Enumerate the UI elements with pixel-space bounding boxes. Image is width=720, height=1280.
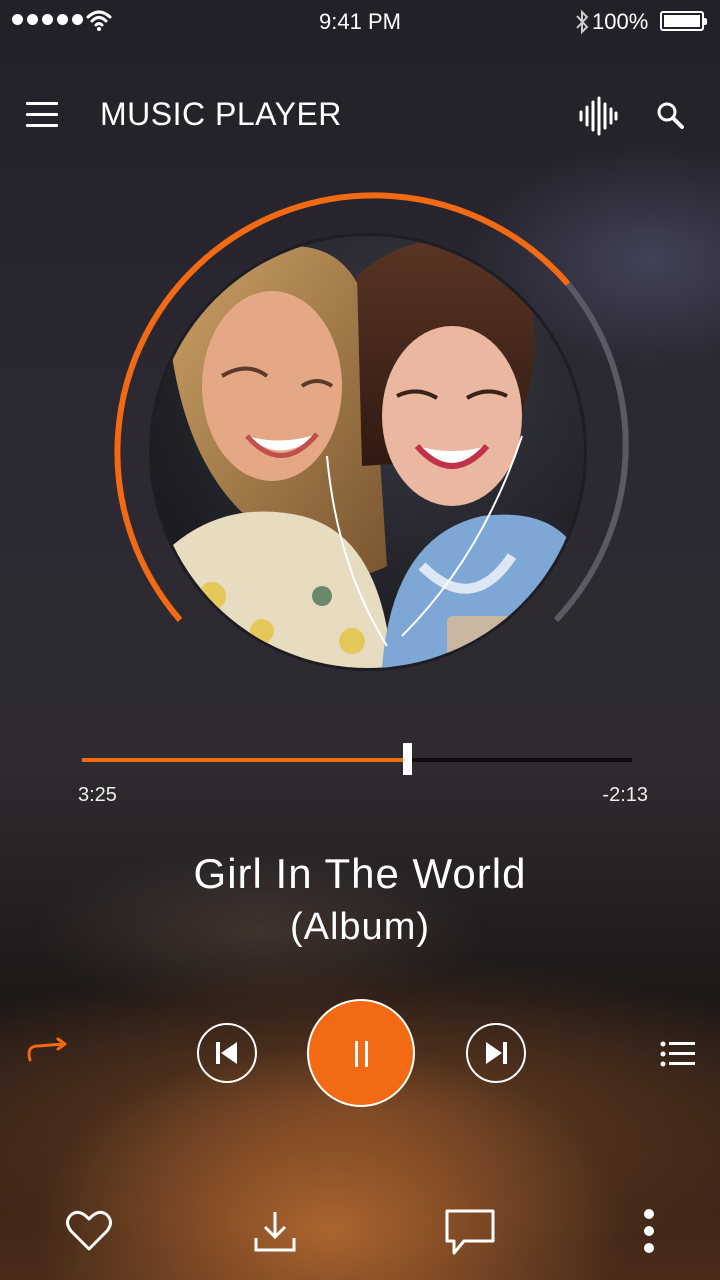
elapsed-time: 3:25: [78, 784, 117, 806]
search-icon[interactable]: [655, 100, 685, 130]
comment-icon[interactable]: [444, 1208, 496, 1256]
next-icon: [486, 1042, 507, 1064]
album-name: (Album): [289, 906, 431, 948]
song-title: Girl In The World: [193, 850, 527, 897]
seek-handle[interactable]: [402, 743, 412, 775]
repeat-icon[interactable]: [24, 1034, 70, 1066]
heart-icon[interactable]: [66, 1210, 112, 1252]
seek-bar[interactable]: [82, 743, 632, 775]
equalizer-icon[interactable]: [578, 96, 618, 136]
playlist-icon[interactable]: [660, 1040, 696, 1070]
pause-icon-bar: [365, 1041, 368, 1067]
remaining-time: -2:13: [602, 784, 648, 806]
battery-percent: 100%: [592, 9, 649, 34]
album-artwork: [149, 233, 587, 671]
pause-icon: [355, 1041, 358, 1067]
next-button[interactable]: [466, 1023, 526, 1083]
pause-button[interactable]: [307, 999, 415, 1107]
page-title: MUSIC PLAYER: [100, 96, 342, 132]
previous-icon: [216, 1042, 237, 1064]
status-bar: 9:41 PM 100%: [0, 0, 720, 44]
seek-bar-fill: [82, 758, 407, 762]
download-icon[interactable]: [252, 1208, 298, 1254]
more-icon[interactable]: [640, 1208, 658, 1254]
battery-icon: [660, 11, 707, 31]
bluetooth-icon: [576, 9, 589, 35]
menu-icon[interactable]: [26, 102, 58, 128]
previous-button[interactable]: [197, 1023, 257, 1083]
